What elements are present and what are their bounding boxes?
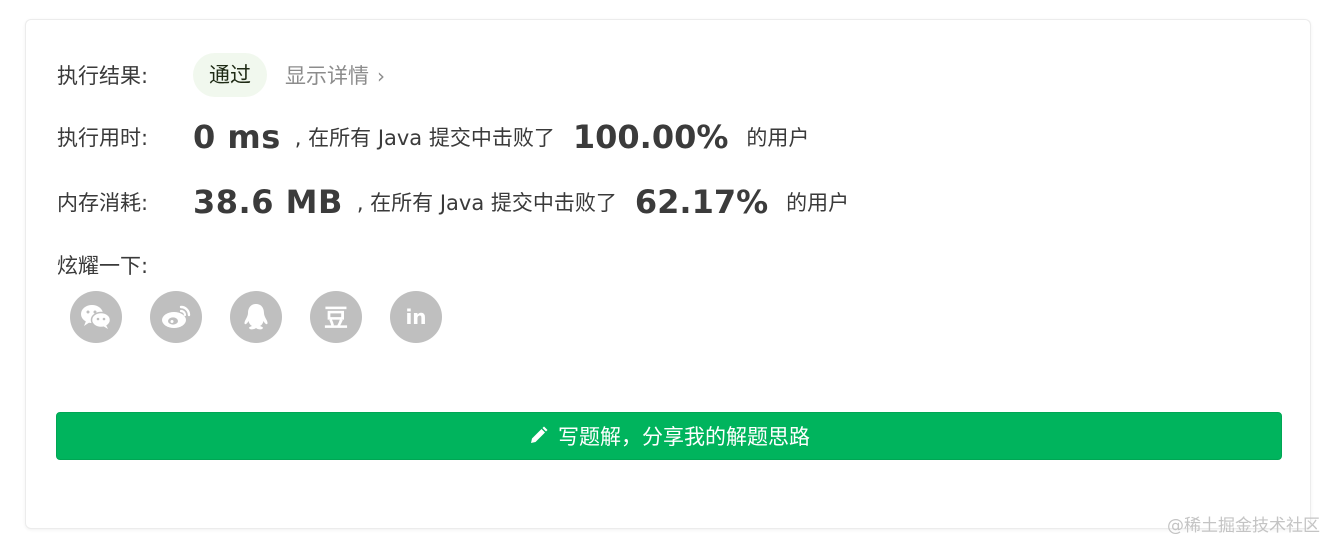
memory-label: 内存消耗: (57, 191, 149, 215)
wechat-share-button[interactable] (70, 291, 122, 343)
watermark: @稀土掘金技术社区 (1167, 516, 1320, 536)
write-solution-button[interactable]: 写题解，分享我的解题思路 (56, 412, 1282, 460)
memory-row: 内存消耗: 38.6 MB , 在所有 Java 提交中击败了 62.17% 的… (57, 183, 849, 221)
svg-text:豆: 豆 (324, 304, 348, 332)
share-label-row: 炫耀一下: (57, 250, 148, 280)
qq-share-button[interactable] (230, 291, 282, 343)
linkedin-icon: in (405, 305, 426, 329)
svg-text:in: in (405, 305, 426, 329)
share-label: 炫耀一下: (57, 254, 149, 278)
show-details-link[interactable]: 显示详情 › (285, 60, 385, 90)
memory-users-text: 的用户 (786, 191, 850, 215)
runtime-users-text: 的用户 (746, 126, 810, 150)
status-badge: 通过 (193, 53, 267, 97)
weibo-icon (162, 305, 191, 328)
runtime-label: 执行用时: (57, 126, 149, 150)
memory-value: 38.6 MB (193, 183, 343, 221)
douban-icon: 豆 (324, 304, 348, 332)
show-details-label: 显示详情 (285, 64, 369, 88)
douban-share-button[interactable]: 豆 (310, 291, 362, 343)
result-row: 执行结果: 通过 显示详情 › (57, 53, 385, 97)
submission-result-card: 执行结果: 通过 显示详情 › 执行用时: 0 ms , 在所有 Java 提交中… (25, 19, 1311, 529)
runtime-percent: 100.00% (572, 118, 729, 156)
chevron-right-icon: › (377, 64, 385, 88)
pencil-icon (528, 426, 548, 446)
runtime-value: 0 ms (193, 118, 281, 156)
memory-beat-text: , 在所有 Java 提交中击败了 (356, 191, 617, 215)
write-solution-label: 写题解，分享我的解题思路 (558, 425, 810, 449)
runtime-row: 执行用时: 0 ms , 在所有 Java 提交中击败了 100.00% 的用户 (57, 118, 809, 156)
runtime-beat-text: , 在所有 Java 提交中击败了 (294, 126, 555, 150)
share-icons: 豆 in (70, 291, 470, 343)
qq-icon (244, 304, 268, 330)
weibo-share-button[interactable] (150, 291, 202, 343)
wechat-icon (81, 305, 112, 329)
result-label: 执行结果: (57, 64, 149, 88)
linkedin-share-button[interactable]: in (390, 291, 442, 343)
memory-percent: 62.17% (634, 183, 769, 221)
